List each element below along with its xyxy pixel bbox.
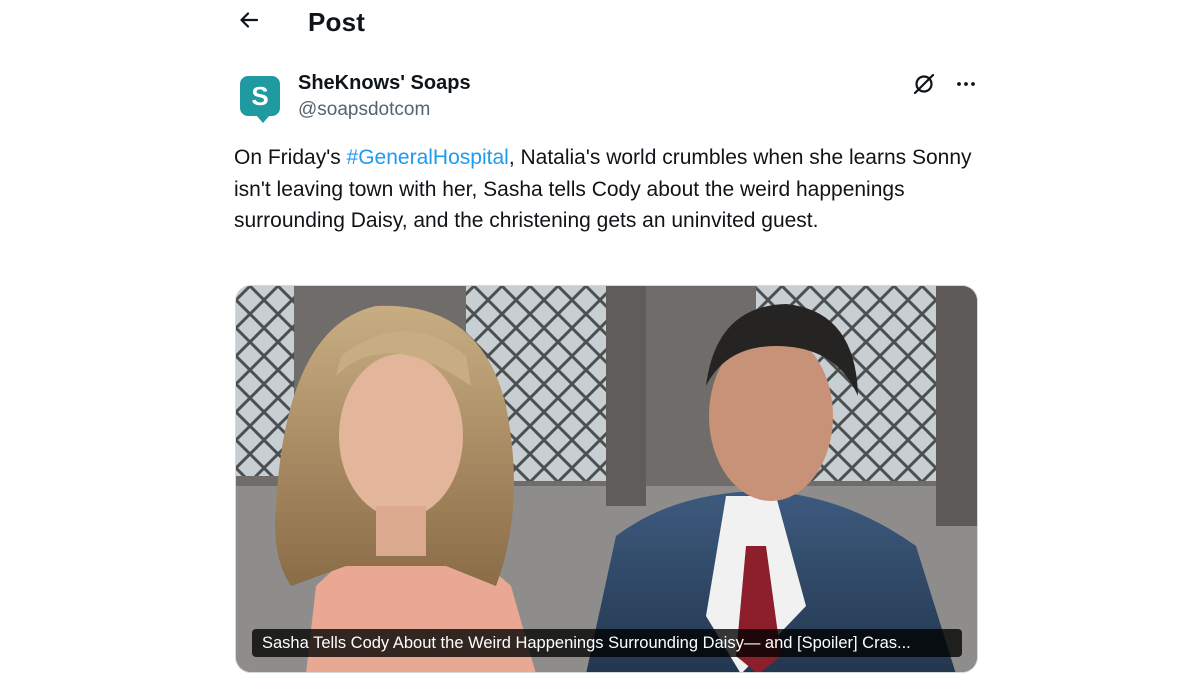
page-header: Post [232,0,992,44]
more-horizontal-icon [954,72,978,101]
grok-icon [911,71,937,102]
author-names: SheKnows' Soaps @soapsdotcom [298,70,471,123]
media-caption: Sasha Tells Cody About the Weird Happeni… [252,629,962,657]
media-image [236,286,977,672]
post-author: S SheKnows' Soaps @soapsdotcom [240,70,980,126]
post-text-start: On Friday's [234,146,347,169]
more-button[interactable] [952,72,980,100]
post-media[interactable]: Sasha Tells Cody About the Weird Happeni… [235,285,978,673]
hashtag-link[interactable]: #GeneralHospital [347,146,509,169]
back-button[interactable] [232,5,266,39]
speech-bubble-tail-icon [256,115,270,123]
author-actions [910,72,980,100]
post-text: On Friday's #GeneralHospital, Natalia's … [234,142,984,237]
grok-button[interactable] [910,72,938,100]
page-title: Post [308,6,366,37]
arrow-left-icon [237,8,261,37]
woman-face [339,354,463,518]
author-handle[interactable]: @soapsdotcom [298,97,471,123]
avatar-letter: S [251,81,269,111]
post-page: Post S SheKnows' Soaps @soapsdotcom On F… [0,0,1200,675]
avatar[interactable]: S [240,76,280,123]
author-display-name[interactable]: SheKnows' Soaps [298,70,471,96]
